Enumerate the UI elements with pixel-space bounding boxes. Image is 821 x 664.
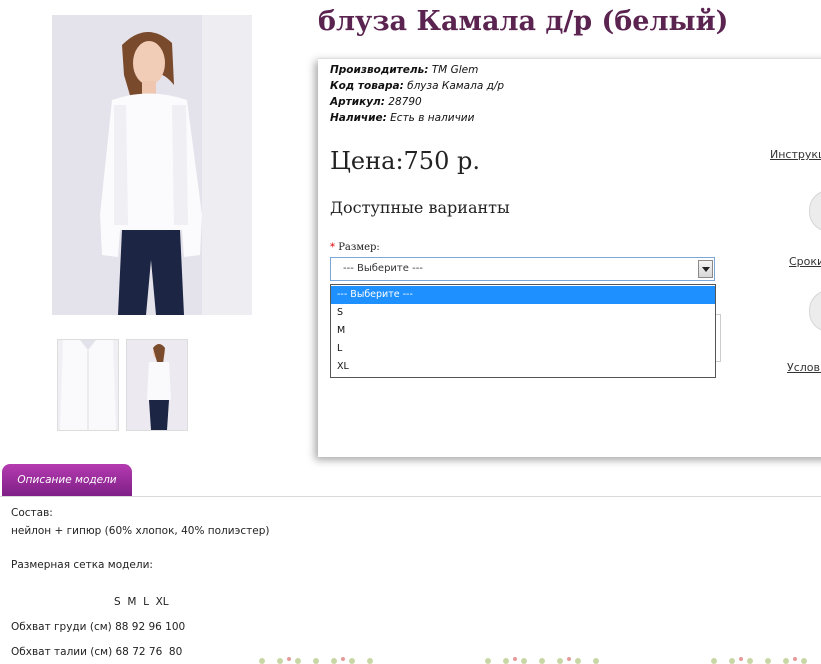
- hidden-field-edge: [716, 314, 721, 362]
- terms-link[interactable]: Сроки: [789, 255, 821, 268]
- variants-heading: Доступные варианты: [330, 198, 510, 217]
- size-option[interactable]: S: [331, 304, 715, 322]
- size-label: * Размер:: [330, 242, 380, 253]
- product-main-image[interactable]: [52, 15, 252, 315]
- chevron-down-icon[interactable]: [698, 260, 713, 278]
- size-label-text: Размер:: [338, 242, 380, 253]
- size-option[interactable]: L: [331, 340, 715, 358]
- availability-value: Есть в наличии: [390, 112, 475, 124]
- product-price: Цена:750 р.: [330, 147, 480, 175]
- product-thumbnail-side[interactable]: [126, 339, 188, 431]
- conditions-link[interactable]: Услови: [787, 361, 821, 374]
- sku-label: Артикул:: [330, 96, 385, 108]
- composition-label: Состав:: [11, 507, 53, 519]
- manufacturer-row: Производитель: TM Glem: [330, 64, 478, 76]
- tab-divider: [0, 496, 821, 497]
- size-grid-header: S M L XL: [114, 596, 169, 608]
- manufacturer-label: Производитель:: [330, 64, 429, 76]
- product-code-label: Код товара:: [330, 80, 404, 92]
- product-thumbnail-front[interactable]: [57, 339, 119, 431]
- composition-value: нейлон + гипюр (60% хлопок, 40% полиэсте…: [11, 525, 270, 537]
- instructions-link[interactable]: Инструкц: [770, 148, 821, 161]
- product-title: блуза Камала д/р (белый): [318, 6, 729, 37]
- required-mark: *: [330, 242, 335, 253]
- chest-measurements: Обхват груди (см) 88 92 96 100: [11, 621, 186, 633]
- availability-row: Наличие: Есть в наличии: [330, 112, 474, 124]
- product-code-row: Код товара: блуза Камала д/р: [330, 80, 504, 92]
- sku-row: Артикул: 28790: [330, 96, 422, 108]
- sku-value: 28790: [388, 96, 422, 108]
- size-select-value: --- Выберите ---: [343, 263, 423, 274]
- size-option[interactable]: XL: [331, 358, 715, 376]
- manufacturer-value: TM Glem: [431, 64, 479, 76]
- decorative-garland: [259, 657, 807, 664]
- availability-label: Наличие:: [330, 112, 387, 124]
- tab-description[interactable]: Описание модели: [2, 464, 132, 496]
- size-dropdown-list[interactable]: --- Выберите --- S M L XL: [330, 284, 716, 378]
- size-select[interactable]: --- Выберите ---: [330, 257, 715, 281]
- size-option[interactable]: M: [331, 322, 715, 340]
- product-code-value: блуза Камала д/р: [407, 80, 505, 92]
- size-option[interactable]: --- Выберите ---: [331, 286, 715, 304]
- size-grid-label: Размерная сетка модели:: [11, 559, 153, 571]
